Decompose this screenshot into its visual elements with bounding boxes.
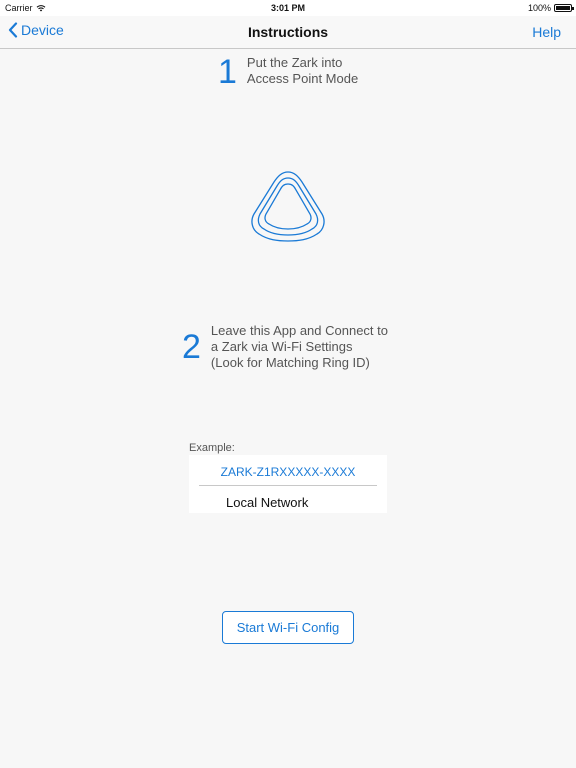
step-1-text: Put the Zark into Access Point Mode xyxy=(246,55,359,86)
example-wifi-list: ZARK-Z1RXXXXX-XXXX Local Network xyxy=(189,455,387,513)
step-2-number: 2 xyxy=(182,328,201,366)
example-ssid: ZARK-Z1RXXXXX-XXXX xyxy=(220,465,356,479)
step-1-number: 1 xyxy=(218,53,237,91)
status-right: 100% xyxy=(527,3,574,13)
step-2: 2 Leave this App and Connect to a Zark v… xyxy=(182,323,388,371)
step-1: 1 Put the Zark into Access Point Mode xyxy=(218,55,358,89)
start-wifi-config-button[interactable]: Start Wi-Fi Config xyxy=(222,611,354,644)
example-label: Example: xyxy=(189,442,235,454)
page-title: Instructions xyxy=(247,24,329,40)
zark-device-icon xyxy=(251,171,325,242)
help-button[interactable]: Help xyxy=(532,24,561,40)
status-time: 3:01 PM xyxy=(270,3,305,13)
example-network: Local Network xyxy=(226,495,309,510)
step-2-text: Leave this App and Connect to a Zark via… xyxy=(210,323,388,370)
status-bar: Carrier 3:01 PM 100% xyxy=(0,0,576,16)
list-divider xyxy=(199,485,377,486)
battery-icon xyxy=(554,4,574,12)
battery-percent: 100% xyxy=(527,3,551,13)
navigation-bar: Device Instructions Help xyxy=(0,16,576,49)
